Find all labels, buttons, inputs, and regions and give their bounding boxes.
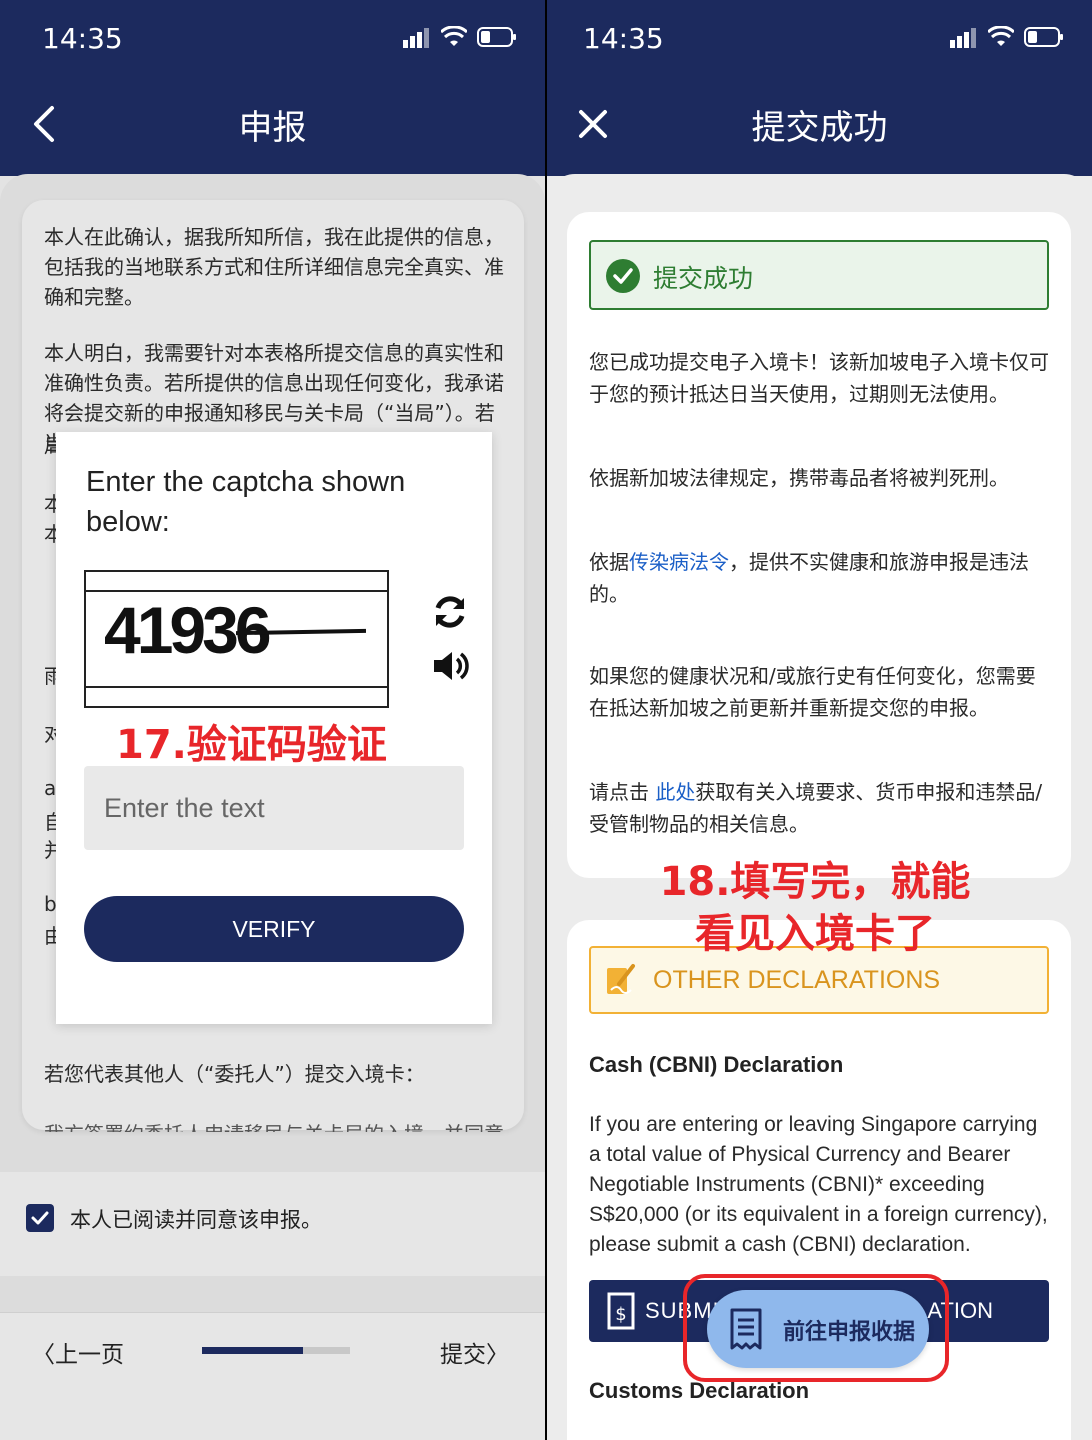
previous-page-button[interactable]: 〈上一页: [32, 1335, 124, 1369]
signature-icon: [607, 964, 635, 994]
left-screen: 14:35 申报 本人在此确认，据我所知所信，我在此提供的信息，包括我的当地联系…: [0, 0, 545, 1440]
check-icon: [31, 1211, 49, 1225]
cash-receipt-icon: $: [607, 1292, 635, 1330]
chevron-left-icon: 〈: [32, 1342, 55, 1368]
speaker-icon[interactable]: [430, 646, 470, 686]
success-banner-text: 提交成功: [653, 264, 754, 293]
status-bar: 14:35: [547, 0, 1092, 80]
captcha-input[interactable]: [84, 766, 464, 850]
progress-fill: [202, 1347, 303, 1354]
wifi-icon: [988, 26, 1014, 46]
declaration-paragraph-1: 本人在此确认，据我所知所信，我在此提供的信息，包括我的当地联系方式和住所详细信息…: [44, 225, 504, 309]
status-time: 14:35: [583, 22, 664, 55]
annotation-line-1: 18.填写完，就能: [659, 859, 971, 905]
previous-page-label: 上一页: [55, 1342, 124, 1368]
cash-declaration-title: Cash (CBNI) Declaration: [589, 1052, 844, 1077]
info-paragraph-health: 依据传染病法令，提供不实健康和旅游申报是违法的。: [589, 546, 1051, 610]
battery-icon: [477, 27, 516, 47]
info-paragraph-update: 如果您的健康状况和/或旅行史有任何变化，您需要在抵达新加坡之前更新并重新提交您的…: [589, 664, 1036, 720]
health-text-pre: 依据: [589, 550, 629, 574]
battery-icon: [1024, 27, 1063, 47]
captcha-image: 41936: [84, 570, 389, 708]
status-time: 14:35: [42, 22, 123, 55]
app-header: 提交成功: [547, 80, 1092, 176]
consent-label: 本人已阅读并同意该申报。: [70, 1208, 322, 1232]
delegate-heading: 若您代表其他人（“委托人”）提交入境卡：: [44, 1062, 425, 1086]
cash-declaration-body: If you are entering or leaving Singapore…: [589, 1113, 1048, 1256]
info-paragraph-requirements: 请点击 此处获取有关入境要求、货币申报和违禁品/受管制物品的相关信息。: [589, 776, 1051, 840]
hidden-text-fragment: b: [44, 892, 57, 916]
other-declarations-title: OTHER DECLARATIONS: [653, 966, 941, 994]
submit-button[interactable]: 提交〉: [440, 1335, 509, 1369]
refresh-icon[interactable]: [430, 592, 470, 632]
captcha-title: Enter the captcha shown below:: [86, 466, 406, 538]
delegate-text-clipped: 我方签署约委托人申请移民与关卡局的入境，并同意一切约定: [44, 1118, 504, 1132]
progress-bar: [202, 1347, 350, 1354]
app-header: 申报: [0, 80, 545, 176]
form-footer: 〈上一页 提交〉: [0, 1312, 545, 1440]
chevron-right-icon: 〉: [486, 1342, 509, 1368]
consent-checkbox[interactable]: [26, 1204, 54, 1232]
page-title: 申报: [238, 108, 307, 148]
right-screen: 14:35 提交成功 提交成功 您已成功提交电子入境卡！该新加坡电子入境卡仅可于…: [547, 0, 1092, 1440]
success-card: 提交成功 您已成功提交电子入境卡！该新加坡电子入境卡仅可于您的预计抵达日当天使用…: [567, 212, 1071, 878]
infectious-diseases-act-link[interactable]: 传染病法令: [629, 550, 729, 574]
page-title: 提交成功: [751, 108, 888, 148]
status-bar: 14:35: [0, 0, 545, 80]
annotation-line-2: 看见入境卡了: [695, 911, 935, 957]
verify-button[interactable]: VERIFY: [84, 896, 464, 962]
checkmark-circle-icon: [606, 259, 640, 293]
captcha-modal: Enter the captcha shown below: 41936 17.…: [56, 432, 492, 1024]
success-banner: 提交成功: [589, 240, 1049, 310]
svg-text:$: $: [615, 1304, 626, 1325]
info-paragraph-validity: 您已成功提交电子入境卡！该新加坡电子入境卡仅可于您的预计抵达日当天使用，过期则无…: [589, 350, 1049, 406]
signal-icon: [950, 28, 976, 48]
wifi-icon: [441, 26, 467, 46]
submit-label: 提交: [440, 1342, 486, 1368]
here-link[interactable]: 此处: [655, 780, 695, 804]
hidden-text-fragment: a: [44, 776, 57, 800]
consent-bar: 本人已阅读并同意该申报。: [0, 1172, 545, 1276]
annotation-step-18: 18.填写完，就能 看见入境卡了: [645, 856, 985, 960]
signal-icon: [403, 28, 429, 48]
requirements-text-pre: 请点击: [589, 780, 656, 804]
annotation-highlight-ring: [683, 1274, 949, 1382]
annotation-step-17: 17.验证码验证: [116, 722, 387, 768]
info-paragraph-drugs: 依据新加坡法律规定，携带毒品者将被判死刑。: [589, 466, 1009, 490]
